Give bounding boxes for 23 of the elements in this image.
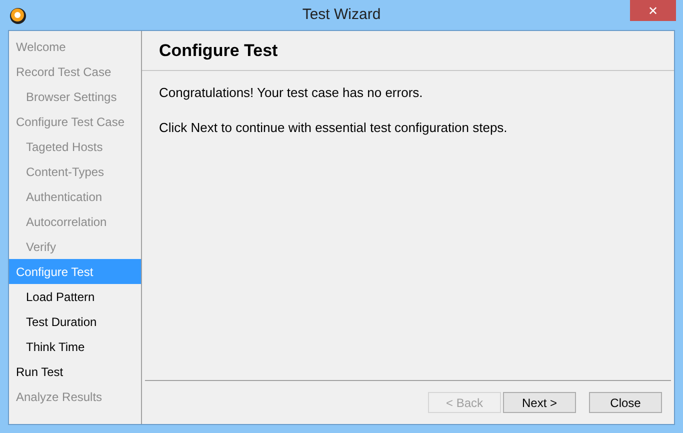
app-logo-icon [9, 7, 27, 25]
step-item[interactable]: Run Test [9, 359, 141, 384]
step-item[interactable]: Welcome [9, 34, 141, 59]
wizard-button[interactable]: Next > [503, 392, 576, 413]
step-item[interactable]: Load Pattern [9, 284, 141, 309]
step-item[interactable]: Configure Test Case [9, 109, 141, 134]
step-item[interactable]: Analyze Results [9, 384, 141, 409]
message-text: Congratulations! Your test case has no errors. [159, 84, 424, 102]
wizard-button[interactable]: Close [589, 392, 662, 413]
step-item[interactable]: Test Duration [9, 309, 141, 334]
step-item[interactable]: Tageted Hosts [9, 134, 141, 159]
step-item[interactable]: Authentication [9, 184, 141, 209]
page-heading: Configure Test [159, 40, 279, 62]
step-item[interactable]: Configure Test [9, 259, 141, 284]
step-item[interactable]: Browser Settings [9, 84, 141, 109]
message-text: Click Next to continue with essential test configuration steps. [159, 119, 508, 137]
close-button[interactable]: ✕ [630, 0, 676, 21]
step-item[interactable]: Autocorrelation [9, 209, 141, 234]
step-item[interactable]: Think Time [9, 334, 141, 359]
step-item[interactable]: Content-Types [9, 159, 141, 184]
step-item[interactable]: Verify [9, 234, 141, 259]
window-title: Test Wizard [302, 4, 381, 25]
step-item[interactable]: Record Test Case [9, 59, 141, 84]
